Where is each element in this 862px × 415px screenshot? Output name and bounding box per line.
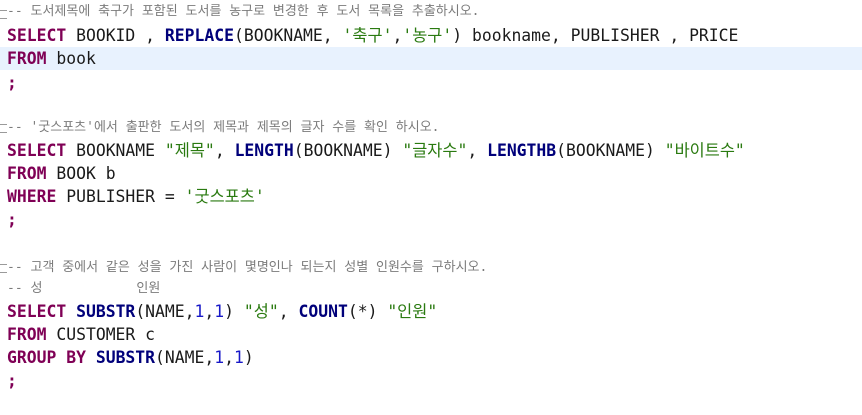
sql-number: 1 <box>194 302 205 321</box>
sql-text: (BOOKNAME, <box>233 26 343 45</box>
sql-text: (NAME, <box>155 348 215 367</box>
sql-function: SUBSTR <box>76 302 136 321</box>
sql-number: 1 <box>214 348 225 367</box>
sql-text: , <box>392 26 403 45</box>
sql-keyword: FROM <box>7 164 47 183</box>
sql-text: (*) <box>347 302 388 321</box>
sql-text: CUSTOMER c <box>46 325 156 344</box>
code-line-10[interactable]: ; <box>0 208 862 231</box>
sql-keyword: GROUP BY <box>7 348 86 367</box>
code-line-11-empty[interactable] <box>0 231 862 254</box>
code-line-4[interactable]: ; <box>0 71 862 94</box>
code-line-5-empty[interactable] <box>0 94 862 117</box>
sql-keyword: SELECT <box>7 141 67 160</box>
code-line-2[interactable]: SELECT BOOKID , REPLACE(BOOKNAME, '축구','… <box>0 24 862 47</box>
sql-alias: "바이트수" <box>664 141 745 160</box>
sql-keyword: SELECT <box>7 302 67 321</box>
code-line-14[interactable]: SELECT SUBSTR(NAME,1,1) "성", COUNT(*) "인… <box>0 300 862 323</box>
sql-keyword: WHERE <box>7 187 57 206</box>
sql-text: BOOKID , <box>66 26 165 45</box>
sql-keyword: FROM <box>7 325 47 344</box>
sql-text: book <box>46 49 96 68</box>
sql-alias: "제목" <box>164 141 215 160</box>
sql-string: '축구' <box>342 26 393 45</box>
sql-text: , <box>467 141 488 160</box>
sql-text: ) bookname, PUBLISHER , PRICE <box>452 26 739 45</box>
sql-text: , <box>224 348 235 367</box>
code-line-8[interactable]: FROM BOOK b <box>0 162 862 185</box>
code-line-16[interactable]: GROUP BY SUBSTR(NAME,1,1) <box>0 346 862 369</box>
sql-number: 1 <box>214 302 225 321</box>
sql-keyword: FROM <box>7 49 47 68</box>
sql-text: , <box>214 141 235 160</box>
sql-keyword: SELECT <box>7 26 67 45</box>
sql-editor[interactable]: -- 도서제목에 축구가 포함된 도서를 농구로 변경한 후 도서 목록을 추출… <box>0 0 862 415</box>
sql-terminator: ; <box>7 371 17 390</box>
code-line-17[interactable]: ; <box>0 369 862 392</box>
sql-text: ) <box>243 348 254 367</box>
sql-function: COUNT <box>298 302 348 321</box>
code-line-15[interactable]: FROM CUSTOMER c <box>0 323 862 346</box>
sql-alias: "성" <box>243 302 279 321</box>
code-line-1[interactable]: -- 도서제목에 축구가 포함된 도서를 농구로 변경한 후 도서 목록을 추출… <box>0 0 862 23</box>
sql-text: (BOOKNAME) <box>293 141 403 160</box>
sql-text: BOOK b <box>46 164 116 183</box>
code-line-3-current[interactable]: FROM book <box>0 47 862 70</box>
sql-comment: -- 성 인원 <box>7 281 161 296</box>
sql-number: 1 <box>234 348 244 367</box>
sql-function: SUBSTR <box>95 348 156 367</box>
sql-string: '굿스포츠' <box>184 187 265 206</box>
sql-comment: -- 고객 중에서 같은 성을 가진 사람이 몇명인나 되는지 성별 인원수를 … <box>7 260 488 275</box>
sql-alias: "인원" <box>387 302 438 321</box>
code-line-13[interactable]: -- 성 인원 <box>0 277 862 300</box>
sql-string: '농구' <box>402 26 453 45</box>
sql-text: , <box>204 302 215 321</box>
sql-text: ) <box>224 302 244 321</box>
sql-comment: -- '굿스포츠'에서 출판한 도서의 제목과 제목의 글자 수를 확인 하시오… <box>7 120 440 135</box>
sql-alias: "글자수" <box>402 141 468 160</box>
sql-text: (BOOKNAME) <box>556 141 665 160</box>
code-line-9[interactable]: WHERE PUBLISHER = '굿스포츠' <box>0 185 862 208</box>
sql-terminator: ; <box>7 210 17 229</box>
code-line-12[interactable]: -- 고객 중에서 같은 성을 가진 사람이 몇명인나 되는지 성별 인원수를 … <box>0 256 862 279</box>
sql-comment: -- 도서제목에 축구가 포함된 도서를 농구로 변경한 후 도서 목록을 추출… <box>7 4 480 19</box>
sql-function: LENGTH <box>234 141 294 160</box>
sql-function: REPLACE <box>164 26 234 45</box>
sql-function: LENGTHB <box>487 141 557 160</box>
sql-text: (NAME, <box>135 302 195 321</box>
code-line-7[interactable]: SELECT BOOKNAME "제목", LENGTH(BOOKNAME) "… <box>0 139 862 162</box>
code-line-6[interactable]: -- '굿스포츠'에서 출판한 도서의 제목과 제목의 글자 수를 확인 하시오… <box>0 116 862 139</box>
sql-terminator: ; <box>7 73 17 92</box>
sql-text: PUBLISHER = <box>56 187 185 206</box>
sql-text: , <box>278 302 299 321</box>
sql-text: BOOKNAME <box>66 141 165 160</box>
